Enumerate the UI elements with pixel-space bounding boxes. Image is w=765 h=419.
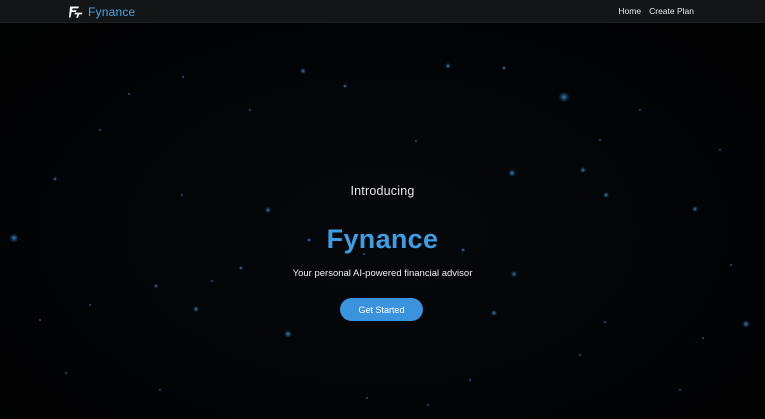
- hero-title: Fynance: [326, 224, 439, 254]
- hero-intro-text: Introducing: [350, 184, 415, 198]
- hero-tagline: Your personal AI-powered financial advis…: [292, 268, 473, 279]
- landing-page: Fynance Home Create Plan Introducing Fyn…: [0, 0, 765, 419]
- get-started-button[interactable]: Get Started: [340, 298, 423, 321]
- hero-section: Introducing Fynance Your personal AI-pow…: [0, 0, 765, 419]
